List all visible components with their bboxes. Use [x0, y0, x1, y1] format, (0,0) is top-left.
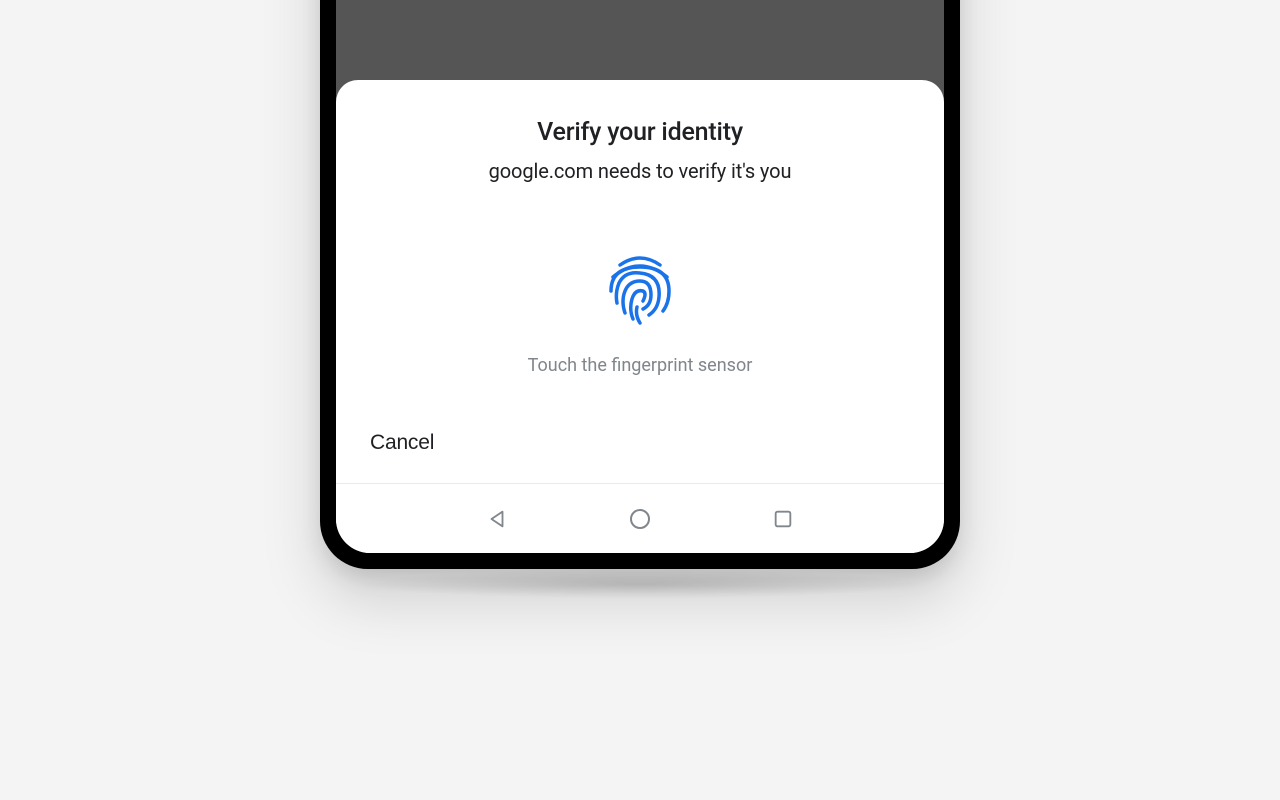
nav-recent-button[interactable]: [771, 507, 795, 531]
nav-back-button[interactable]: [485, 507, 509, 531]
android-navigation-bar: [336, 483, 944, 553]
nav-home-button[interactable]: [628, 507, 652, 531]
phone-screen: Verify your identity google.com needs to…: [336, 0, 944, 553]
dialog-subtitle: google.com needs to verify it's you: [336, 159, 944, 183]
phone-device-frame: Verify your identity google.com needs to…: [320, 0, 960, 569]
device-shadow: [360, 569, 920, 599]
fingerprint-icon: [605, 253, 675, 329]
dialog-title: Verify your identity: [336, 118, 944, 147]
dialog-actions: Cancel: [336, 431, 944, 483]
biometric-prompt-sheet: Verify your identity google.com needs to…: [336, 80, 944, 483]
cancel-button[interactable]: Cancel: [370, 431, 434, 455]
fingerprint-instruction: Touch the fingerprint sensor: [528, 355, 753, 376]
fingerprint-section: Touch the fingerprint sensor: [336, 253, 944, 376]
